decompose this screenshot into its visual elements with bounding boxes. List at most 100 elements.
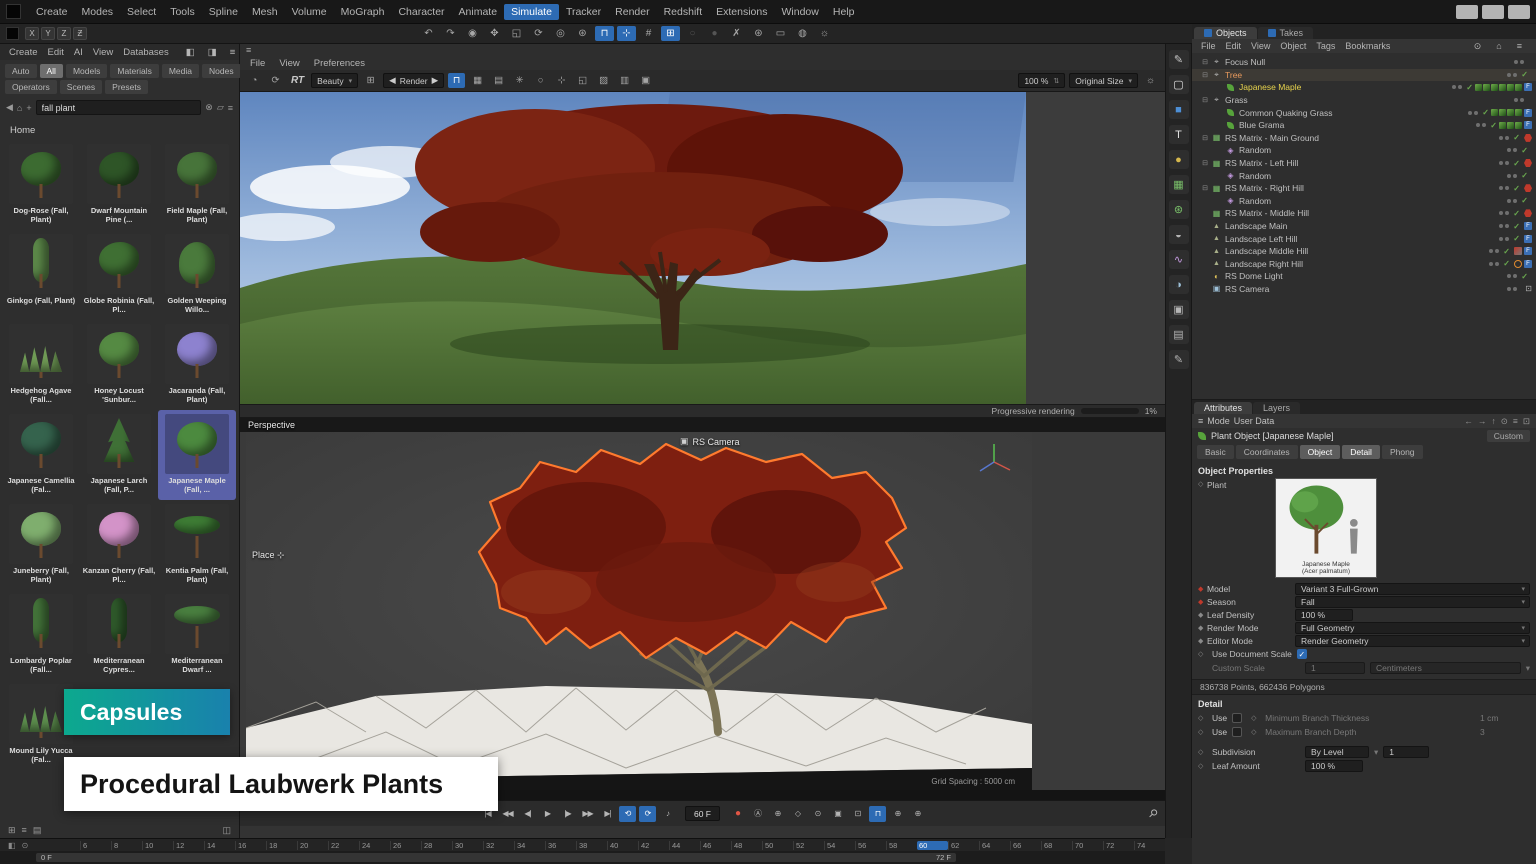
toolbar-icon[interactable]: ↶ [419,26,438,41]
frame-tick[interactable]: 44 [669,841,700,850]
object-row[interactable]: ⊟ Grass F ⊡ [1192,94,1536,107]
attribute-section-tab[interactable]: Object [1300,445,1341,459]
use-checkbox[interactable] [1232,727,1242,737]
timeline-key-icon[interactable]: ⊙ [22,841,29,850]
axis-lock-button[interactable]: Y [41,27,55,40]
frame-tick[interactable]: 8 [111,841,142,850]
object-row[interactable]: ⊟ RS Matrix - Right Hill ✓ F ⊡ [1192,182,1536,195]
visibility-dots[interactable] [1507,287,1517,291]
attribute-nav-icon[interactable]: ⊙ [1501,416,1508,427]
workspace-icon[interactable] [6,27,19,40]
property-value[interactable]: Full Geometry [1295,622,1530,634]
enabled-check-icon[interactable]: ✓ [1513,184,1520,193]
palette-tool-icon[interactable]: ▤ [1169,325,1189,344]
asset-category-tab[interactable]: Operators [5,80,57,94]
size-mode-dropdown[interactable]: Original Size▾ [1069,73,1138,88]
object-row[interactable]: Random ✓ F ⊡ [1192,169,1536,182]
object-row[interactable]: Common Quaking Grass ✓ F ⊡ [1192,106,1536,119]
menubar-item[interactable]: Create [29,4,75,20]
asset-plant-item[interactable]: Mediterranean Dwarf ... [158,590,236,680]
menubar-item[interactable]: Select [120,4,163,20]
toolbar-icon[interactable]: ◎ [551,26,570,41]
crosshair-icon[interactable]: ⊹ [553,73,570,88]
enabled-check-icon[interactable]: ✓ [1521,272,1528,281]
enabled-check-icon[interactable]: ✓ [1521,196,1528,205]
toolbar-icon[interactable]: ○ [683,26,702,41]
expander-icon[interactable]: ⊟ [1200,134,1210,142]
asset-plant-item[interactable]: Ginkgo (Fall, Plant) [2,230,80,320]
record-button[interactable]: ◇ [789,806,806,822]
panel-menu-icon[interactable]: ≡ [225,46,241,59]
custom-button[interactable]: Custom [1487,430,1530,442]
lock-render-icon[interactable]: ⊓ [448,73,465,88]
object-row[interactable]: RS Dome Light ✓ F ⊡ [1192,270,1536,283]
record-button[interactable]: ● [729,806,746,822]
denoise-icon[interactable]: ✳ [511,73,528,88]
object-label[interactable]: RS Matrix - Left Hill [1225,158,1298,168]
options-icon[interactable]: ≡ [228,103,233,113]
section-title[interactable]: Object Properties [1192,461,1536,478]
palette-tool-icon[interactable]: ▢ [1169,75,1189,94]
record-button[interactable]: ⊕ [909,806,926,822]
frame-tick[interactable]: 22 [328,841,359,850]
snapshot-icon[interactable]: ◔ [246,73,263,88]
frame-tick[interactable]: 66 [1010,841,1041,850]
palette-tool-icon[interactable]: ✎ [1169,350,1189,369]
palette-tool-icon[interactable]: ■ [1169,100,1189,119]
enabled-check-icon[interactable]: ✓ [1482,108,1489,117]
object-manager-menu-item[interactable]: View [1246,41,1275,51]
object-label[interactable]: Landscape Main [1225,221,1287,231]
object-label[interactable]: RS Camera [1225,284,1269,294]
axis-lock-button[interactable]: Z [57,27,71,40]
toolbar-icon[interactable]: ◍ [793,26,812,41]
render-history-nav[interactable]: ◀ Render ▶ [383,73,444,88]
current-frame-field[interactable]: 60 F [685,806,720,821]
panel-expand-icon[interactable]: ◨ [203,46,222,59]
frame-tick[interactable]: 10 [142,841,173,850]
asset-menu-item[interactable]: View [88,46,118,59]
object-manager-menu-item[interactable]: Tags [1311,41,1340,51]
object-label[interactable]: Random [1239,171,1271,181]
channels-icon[interactable]: ▨ [595,73,612,88]
record-button[interactable]: Ⓐ [749,806,766,822]
enabled-check-icon[interactable]: ✓ [1503,259,1510,268]
object-row[interactable]: Landscape Left Hill ✓ F ⊡ [1192,232,1536,245]
menubar-item[interactable]: Tracker [559,4,608,20]
view-mode-icon[interactable]: ≡ [22,825,27,836]
transport-button[interactable]: ▶| [599,806,616,822]
key-icon[interactable]: ⚲ [1146,806,1161,821]
object-label[interactable]: Landscape Right Hill [1225,259,1303,269]
palette-tool-icon[interactable]: ✎ [1169,50,1189,69]
toolbar-icon[interactable]: # [639,26,658,41]
enabled-check-icon[interactable]: ✓ [1513,133,1520,142]
record-button[interactable]: ⊕ [889,806,906,822]
visibility-dots[interactable] [1499,161,1509,165]
rt-toggle[interactable]: RT [288,75,307,86]
layout-preset-1-button[interactable] [1456,5,1478,19]
object-row[interactable]: ⊟ Focus Null F ⊡ [1192,56,1536,69]
ipr-icon[interactable]: ▣ [637,73,654,88]
visibility-dots[interactable] [1514,60,1524,64]
menubar-item[interactable]: MoGraph [334,4,392,20]
record-button[interactable]: ⊕ [769,806,786,822]
view-mode-icon[interactable]: ⊞ [8,825,16,836]
frame-tick[interactable]: 36 [545,841,576,850]
attributes-tab[interactable]: Attributes [1194,402,1252,414]
toolbar-icon[interactable]: ◱ [507,26,526,41]
menubar-item[interactable]: Redshift [657,4,710,20]
enabled-check-icon[interactable]: ✓ [1521,70,1528,79]
asset-plant-item[interactable]: Mediterranean Cypres... [80,590,158,680]
frame-tick[interactable]: 70 [1072,841,1103,850]
render-settings-icon[interactable]: ☼ [1142,73,1159,88]
asset-plant-item[interactable]: Globe Robinia (Fall, Pl... [80,230,158,320]
object-label[interactable]: Grass [1225,95,1248,105]
menubar-item[interactable]: Animate [452,4,505,20]
enabled-check-icon[interactable]: ✓ [1513,234,1520,243]
manager-menu-icon[interactable]: ⌂ [1491,41,1506,52]
visibility-dots[interactable] [1507,73,1517,77]
asset-plant-item[interactable]: Lombardy Poplar (Fall... [2,590,80,680]
asset-filter-tab[interactable]: Nodes [202,64,241,78]
extra-badges[interactable]: F ⊡ [1514,260,1532,268]
attribute-nav-icon[interactable]: → [1478,416,1487,427]
attribute-nav-icon[interactable]: ↑ [1492,416,1496,427]
